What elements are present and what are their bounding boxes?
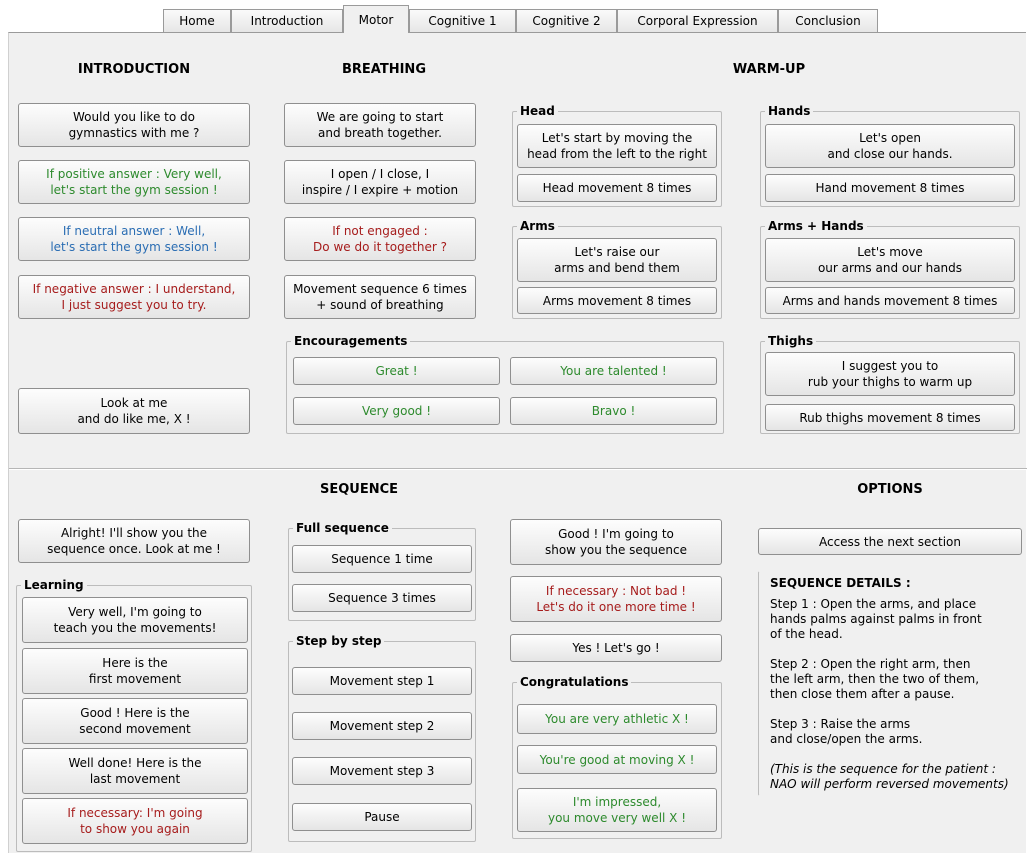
arms-hands-group: Arms + Hands Let's move our arms and our…	[760, 218, 1020, 319]
neutral-answer-button[interactable]: If neutral answer : Well, let's start th…	[18, 217, 250, 261]
very-good-button[interactable]: Very good !	[293, 397, 500, 425]
tab-introduction[interactable]: Introduction	[231, 9, 343, 32]
sequence-details-panel: SEQUENCE DETAILS : Step 1 : Open the arm…	[758, 571, 1022, 796]
congratulations-group: Congratulations You are very athletic X …	[512, 674, 722, 839]
head-movement-button[interactable]: Head movement 8 times	[517, 174, 717, 202]
motor-panel: INTRODUCTION BREATHING WARM-UP Would you…	[8, 32, 1027, 853]
great-button[interactable]: Great !	[293, 357, 500, 385]
bravo-button[interactable]: Bravo !	[510, 397, 717, 425]
arms-title: Arms	[517, 218, 558, 234]
thighs-group: Thighs I suggest you to rub your thighs …	[760, 333, 1020, 434]
learning-group: Learning Very well, I'm going to teach y…	[16, 577, 252, 852]
tab-bar: Home Introduction Motor Cognitive 1 Cogn…	[0, 0, 1029, 33]
impressed-button[interactable]: I'm impressed, you move very well X !	[517, 788, 717, 832]
full-sequence-group: Full sequence Sequence 1 time Sequence 3…	[288, 520, 476, 621]
breathing-sequence-button[interactable]: Movement sequence 6 times + sound of bre…	[284, 275, 476, 319]
gym-question-button[interactable]: Would you like to do gymnastics with me …	[18, 103, 250, 147]
open-close-button[interactable]: I open / I close, I inspire / I expire +…	[284, 160, 476, 204]
congratulations-title: Congratulations	[517, 674, 632, 690]
second-movement-button[interactable]: Good ! Here is the second movement	[22, 698, 248, 744]
first-movement-button[interactable]: Here is the first movement	[22, 648, 248, 694]
breathing-heading: BREATHING	[342, 62, 426, 77]
tab-motor[interactable]: Motor	[343, 5, 409, 33]
tab-conclusion[interactable]: Conclusion	[778, 9, 878, 32]
warmup-heading: WARM-UP	[732, 62, 806, 77]
patient-note: (This is the sequence for the patient : …	[770, 762, 1009, 791]
sequence-heading: SEQUENCE	[319, 482, 399, 497]
thighs-title: Thighs	[765, 333, 817, 349]
good-at-moving-button[interactable]: You're good at moving X !	[517, 745, 717, 774]
hands-movement-button[interactable]: Hand movement 8 times	[765, 174, 1015, 202]
lets-go-button[interactable]: Yes ! Let's go !	[510, 634, 722, 662]
pause-button[interactable]: Pause	[292, 803, 472, 831]
options-heading: OPTIONS	[857, 482, 923, 497]
sequence-three-times-button[interactable]: Sequence 3 times	[292, 584, 472, 612]
teach-movements-button[interactable]: Very well, I'm going to teach you the mo…	[22, 597, 248, 643]
section-divider	[9, 468, 1027, 470]
head-title: Head	[517, 103, 558, 119]
arms-hands-title: Arms + Hands	[765, 218, 867, 234]
sequence-details-title: SEQUENCE DETAILS :	[770, 576, 911, 590]
start-breathing-button[interactable]: We are going to start and breath togethe…	[284, 103, 476, 147]
tab-corporal-expression[interactable]: Corporal Expression	[617, 9, 778, 32]
sequence-once-button[interactable]: Sequence 1 time	[292, 545, 472, 573]
tab-cognitive-2[interactable]: Cognitive 2	[516, 9, 617, 32]
tab-cognitive-1[interactable]: Cognitive 1	[409, 9, 516, 32]
step-by-step-title: Step by step	[293, 633, 385, 649]
encouragements-title: Encouragements	[291, 333, 411, 349]
hands-title: Hands	[765, 103, 814, 119]
movement-step-1-button[interactable]: Movement step 1	[292, 667, 472, 695]
movement-step-3-button[interactable]: Movement step 3	[292, 757, 472, 785]
not-engaged-button[interactable]: If not engaged : Do we do it together ?	[284, 217, 476, 261]
negative-answer-button[interactable]: If negative answer : I understand, I jus…	[18, 275, 250, 319]
introduction-heading: INTRODUCTION	[77, 62, 191, 77]
arms-instruction-button[interactable]: Let's raise our arms and bend them	[517, 238, 717, 282]
step-by-step-group: Step by step Movement step 1 Movement st…	[288, 633, 476, 842]
show-sequence-button[interactable]: Good ! I'm going to show you the sequenc…	[510, 519, 722, 565]
full-sequence-title: Full sequence	[293, 520, 392, 536]
head-group: Head Let's start by moving the head from…	[512, 103, 722, 207]
tab-home[interactable]: Home	[163, 9, 231, 32]
arms-hands-movement-button[interactable]: Arms and hands movement 8 times	[765, 287, 1015, 314]
look-at-me-button[interactable]: Look at me and do like me, X !	[18, 388, 250, 434]
sequence-step-2-text: Step 2 : Open the right arm, then the le…	[770, 657, 980, 701]
sequence-step-1-text: Step 1 : Open the arms, and place hands …	[770, 597, 982, 641]
arms-movement-button[interactable]: Arms movement 8 times	[517, 287, 717, 314]
arms-group: Arms Let's raise our arms and bend them …	[512, 218, 722, 319]
hands-instruction-button[interactable]: Let's open and close our hands.	[765, 124, 1015, 168]
learning-title: Learning	[21, 577, 87, 593]
last-movement-button[interactable]: Well done! Here is the last movement	[22, 748, 248, 794]
encouragements-group: Encouragements Great ! You are talented …	[286, 333, 724, 434]
head-instruction-button[interactable]: Let's start by moving the head from the …	[517, 124, 717, 168]
movement-step-2-button[interactable]: Movement step 2	[292, 712, 472, 740]
talented-button[interactable]: You are talented !	[510, 357, 717, 385]
sequence-step-3-text: Step 3 : Raise the arms and close/open t…	[770, 717, 923, 746]
thighs-movement-button[interactable]: Rub thighs movement 8 times	[765, 404, 1015, 431]
not-bad-button[interactable]: If necessary : Not bad ! Let's do it one…	[510, 576, 722, 622]
show-again-button[interactable]: If necessary: I'm going to show you agai…	[22, 798, 248, 844]
thighs-instruction-button[interactable]: I suggest you to rub your thighs to warm…	[765, 352, 1015, 396]
positive-answer-button[interactable]: If positive answer : Very well, let's st…	[18, 160, 250, 204]
sequence-details: SEQUENCE DETAILS : Step 1 : Open the arm…	[770, 576, 1024, 792]
athletic-button[interactable]: You are very athletic X !	[517, 704, 717, 734]
show-sequence-once-button[interactable]: Alright! I'll show you the sequence once…	[18, 519, 250, 563]
arms-hands-instruction-button[interactable]: Let's move our arms and our hands	[765, 238, 1015, 282]
next-section-button[interactable]: Access the next section	[758, 528, 1022, 555]
hands-group: Hands Let's open and close our hands. Ha…	[760, 103, 1020, 207]
